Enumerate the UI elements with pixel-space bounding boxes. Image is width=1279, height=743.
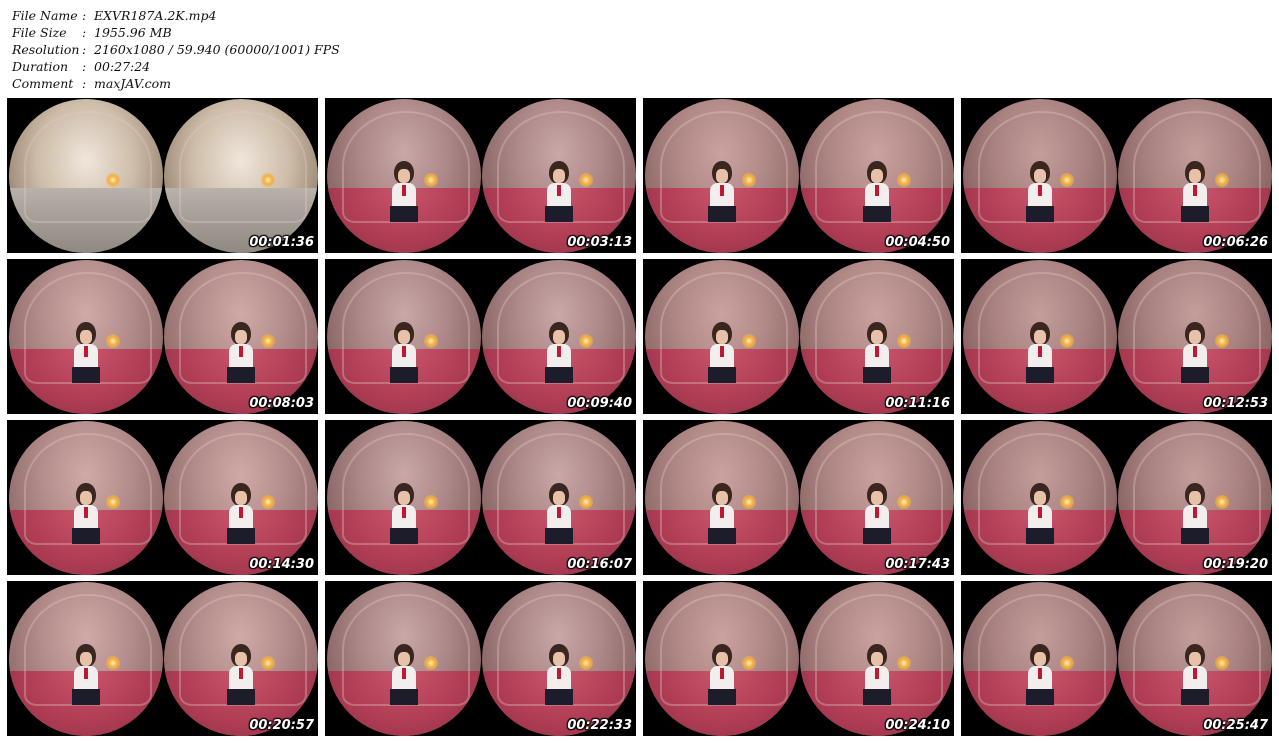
thumbnail[interactable]: 00:24:10: [643, 581, 954, 736]
fisheye-right-view: [800, 260, 954, 414]
fisheye-right-view: [164, 582, 318, 736]
duration-row: Duration : 00:27:24: [12, 58, 340, 75]
file-name-row: File Name : EXVR187A.2K.mp4: [12, 7, 340, 24]
file-info-panel: File Name : EXVR187A.2K.mp4 File Size : …: [12, 7, 340, 92]
thumbnail[interactable]: 00:08:03: [7, 259, 318, 414]
timestamp: 00:03:13: [567, 235, 632, 250]
file-size-label: File Size: [12, 25, 67, 40]
thumbnail[interactable]: 00:03:13: [325, 98, 636, 253]
thumbnail[interactable]: 00:14:30: [7, 420, 318, 575]
timestamp: 00:01:36: [249, 235, 314, 250]
thumbnail[interactable]: 00:20:57: [7, 581, 318, 736]
duration-label: Duration: [12, 59, 69, 74]
fisheye-right-view: [164, 99, 318, 253]
thumbnail[interactable]: 00:16:07: [325, 420, 636, 575]
fisheye-right-view: [1118, 99, 1272, 253]
fisheye-right-view: [1118, 260, 1272, 414]
fisheye-left-view: [9, 421, 163, 575]
fisheye-left-view: [645, 582, 799, 736]
comment-value: maxJAV.com: [94, 76, 171, 91]
fisheye-left-view: [645, 99, 799, 253]
fisheye-left-view: [963, 99, 1117, 253]
thumbnail[interactable]: 00:01:36: [7, 98, 318, 253]
fisheye-right-view: [1118, 421, 1272, 575]
fisheye-left-view: [645, 421, 799, 575]
fisheye-left-view: [327, 582, 481, 736]
fisheye-left-view: [963, 260, 1117, 414]
timestamp: 00:08:03: [249, 396, 314, 411]
resolution-value: 2160x1080 / 59.940 (60000/1001) FPS: [94, 42, 340, 57]
comment-row: Comment : maxJAV.com: [12, 75, 340, 92]
timestamp: 00:25:47: [1203, 718, 1268, 733]
timestamp: 00:12:53: [1203, 396, 1268, 411]
timestamp: 00:19:20: [1203, 557, 1268, 572]
timestamp: 00:16:07: [567, 557, 632, 572]
resolution-separator: :: [82, 42, 87, 57]
fisheye-right-view: [800, 582, 954, 736]
timestamp: 00:17:43: [885, 557, 950, 572]
fisheye-left-view: [9, 582, 163, 736]
file-name-value: EXVR187A.2K.mp4: [94, 8, 217, 23]
thumbnail[interactable]: 00:04:50: [643, 98, 954, 253]
timestamp: 00:04:50: [885, 235, 950, 250]
fisheye-right-view: [800, 421, 954, 575]
thumbnail[interactable]: 00:22:33: [325, 581, 636, 736]
thumbnail[interactable]: 00:06:26: [961, 98, 1272, 253]
fisheye-right-view: [1118, 582, 1272, 736]
fisheye-right-view: [482, 421, 636, 575]
fisheye-left-view: [327, 260, 481, 414]
fisheye-left-view: [327, 421, 481, 575]
fisheye-left-view: [9, 260, 163, 414]
fisheye-left-view: [327, 99, 481, 253]
fisheye-right-view: [482, 260, 636, 414]
resolution-label: Resolution: [12, 42, 80, 57]
file-size-separator: :: [82, 25, 87, 40]
thumbnail[interactable]: 00:19:20: [961, 420, 1272, 575]
timestamp: 00:09:40: [567, 396, 632, 411]
file-size-row: File Size : 1955.96 MB: [12, 24, 340, 41]
thumbnail[interactable]: 00:11:16: [643, 259, 954, 414]
fisheye-right-view: [164, 260, 318, 414]
thumbnail[interactable]: 00:17:43: [643, 420, 954, 575]
timestamp: 00:20:57: [249, 718, 314, 733]
fisheye-right-view: [164, 421, 318, 575]
fisheye-left-view: [963, 582, 1117, 736]
duration-separator: :: [82, 59, 87, 74]
thumbnail[interactable]: 00:09:40: [325, 259, 636, 414]
timestamp: 00:06:26: [1203, 235, 1268, 250]
duration-value: 00:27:24: [94, 59, 151, 74]
timestamp: 00:14:30: [249, 557, 314, 572]
file-name-label: File Name: [12, 8, 78, 23]
thumbnail-grid: 00:01:36 00:03:13 00:04:50 00:06:26 00:0…: [7, 98, 1272, 736]
fisheye-left-view: [963, 421, 1117, 575]
resolution-row: Resolution : 2160x1080 / 59.940 (60000/1…: [12, 41, 340, 58]
fisheye-left-view: [645, 260, 799, 414]
fisheye-right-view: [482, 99, 636, 253]
fisheye-right-view: [482, 582, 636, 736]
thumbnail[interactable]: 00:12:53: [961, 259, 1272, 414]
comment-label: Comment: [12, 76, 74, 91]
file-name-separator: :: [82, 8, 87, 23]
fisheye-right-view: [800, 99, 954, 253]
comment-separator: :: [82, 76, 87, 91]
timestamp: 00:24:10: [885, 718, 950, 733]
file-size-value: 1955.96 MB: [94, 25, 172, 40]
thumbnail[interactable]: 00:25:47: [961, 581, 1272, 736]
timestamp: 00:11:16: [885, 396, 950, 411]
timestamp: 00:22:33: [567, 718, 632, 733]
fisheye-left-view: [9, 99, 163, 253]
